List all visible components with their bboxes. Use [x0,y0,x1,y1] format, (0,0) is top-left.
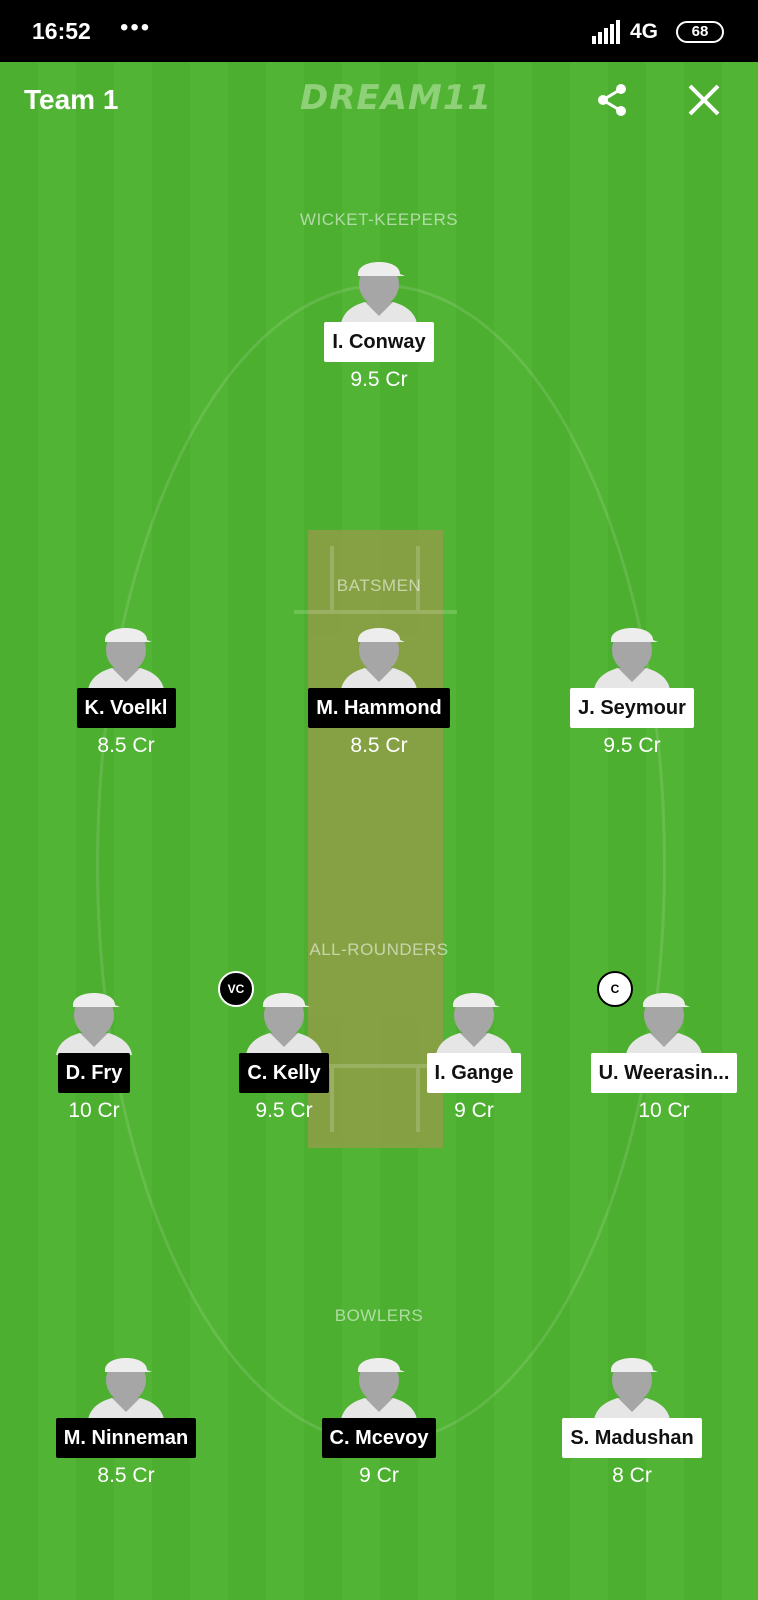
player-price: 8.5 Cr [97,1464,155,1487]
team-title: Team 1 [24,84,119,115]
player-name: U. Weerasin... [590,1053,738,1093]
player-price: 9.5 Cr [350,368,408,391]
player-price: 10 Cr [68,1099,120,1122]
player-price: 10 Cr [638,1099,690,1122]
player-price: 8.5 Cr [350,734,408,757]
player-card[interactable]: C. Mcevoy 9 Cr [299,1350,459,1488]
player-avatar-icon [339,620,419,690]
player-price: 9.5 Cr [603,734,661,757]
vice-captain-badge: VC [218,971,254,1007]
section-all-rounders: ALL-ROUNDERS [309,940,449,959]
player-name: M. Hammond [308,688,450,728]
close-icon[interactable] [686,82,722,118]
player-price: 8 Cr [612,1464,652,1487]
player-avatar-icon [339,254,419,324]
signal-icon [592,20,620,44]
player-name: K. Voelkl [76,688,176,728]
status-bar: 16:52 ••• 4G 68 [0,0,758,62]
player-price: 9 Cr [359,1464,399,1487]
captain-badge: C [597,971,633,1007]
battery-icon: 68 [676,21,724,43]
player-card[interactable]: C. Kelly 9.5 Cr [204,985,364,1123]
player-avatar-icon [339,1350,419,1420]
player-name: J. Seymour [570,688,694,728]
player-card[interactable]: D. Fry 10 Cr [14,985,174,1123]
share-icon[interactable] [594,82,630,118]
player-avatar-icon [434,985,514,1055]
player-card[interactable]: I. Gange 9 Cr [394,985,554,1123]
player-avatar-icon [592,1350,672,1420]
player-avatar-icon [54,985,134,1055]
player-card[interactable]: M. Hammond 8.5 Cr [299,620,459,758]
player-name: D. Fry [57,1053,131,1093]
player-card[interactable]: I. Conway 9.5 Cr [299,254,459,392]
player-card[interactable]: S. Madushan 8 Cr [552,1350,712,1488]
player-name: C. Mcevoy [321,1418,437,1458]
network-type: 4G [630,20,659,43]
player-avatar-icon [624,985,704,1055]
player-name: S. Madushan [562,1418,702,1458]
section-batsmen: BATSMEN [336,576,422,595]
player-card[interactable]: K. Voelkl 8.5 Cr [46,620,206,758]
status-time: 16:52 [32,18,91,44]
player-price: 8.5 Cr [97,734,155,757]
dream11-logo: DREAM11 [300,78,493,118]
player-avatar-icon [86,1350,166,1420]
player-name: I. Gange [426,1053,522,1093]
player-price: 9.5 Cr [255,1099,313,1122]
player-card[interactable]: M. Ninneman 8.5 Cr [46,1350,206,1488]
section-bowlers: BOWLERS [334,1306,424,1325]
player-card[interactable]: J. Seymour 9.5 Cr [552,620,712,758]
cricket-field: Team 1 DREAM11 WICKET-KEEPERS BATSMEN AL… [0,62,758,1600]
player-name: C. Kelly [239,1053,329,1093]
section-wicket-keepers: WICKET-KEEPERS [299,210,459,229]
status-more-dots: ••• [120,14,152,41]
player-avatar-icon [86,620,166,690]
player-name: I. Conway [324,322,434,362]
player-name: M. Ninneman [55,1418,197,1458]
player-avatar-icon [244,985,324,1055]
player-avatar-icon [592,620,672,690]
player-price: 9 Cr [454,1099,494,1122]
